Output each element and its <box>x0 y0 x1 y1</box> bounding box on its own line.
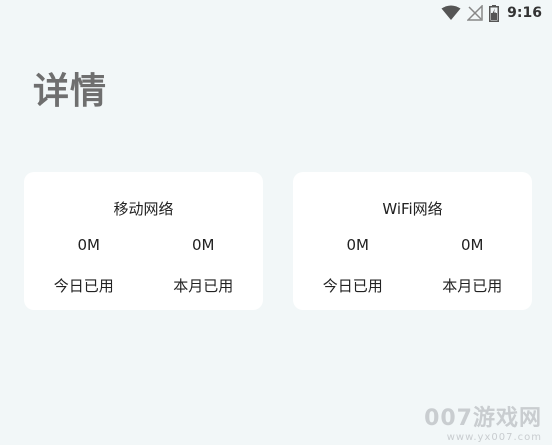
mobile-month-label: 本月已用 <box>173 277 234 295</box>
no-signal-icon <box>467 5 483 21</box>
mobile-month-value: 0M <box>192 236 215 254</box>
status-icons: 9:16 <box>441 3 542 23</box>
wifi-network-card: WiFi网络 0M 0M 今日已用 本月已用 <box>293 172 532 310</box>
wifi-usage-labels: 今日已用 本月已用 <box>293 275 532 296</box>
watermark: 007游戏网 www.yx007.com <box>424 400 542 443</box>
mobile-network-title: 移动网络 <box>113 200 174 218</box>
status-bar: 9:16 <box>0 0 552 26</box>
wifi-month-value: 0M <box>461 236 484 254</box>
wifi-today-label: 今日已用 <box>322 277 383 295</box>
page-title: 详情 <box>33 71 108 112</box>
status-time: 9:16 <box>507 5 542 21</box>
mobile-network-card: 移动网络 0M 0M 今日已用 本月已用 <box>24 172 263 310</box>
battery-charging-icon <box>489 4 500 22</box>
wifi-network-title: WiFi网络 <box>382 200 443 218</box>
watermark-brand: 007游戏网 <box>424 406 542 431</box>
wifi-icon <box>441 5 461 21</box>
mobile-usage-values: 0M 0M <box>24 236 263 254</box>
watermark-url: www.yx007.com <box>446 432 542 443</box>
wifi-month-label: 本月已用 <box>442 277 503 295</box>
wifi-usage-values: 0M 0M <box>293 236 532 254</box>
mobile-today-label: 今日已用 <box>53 277 114 295</box>
mobile-usage-labels: 今日已用 本月已用 <box>24 275 263 296</box>
mobile-today-value: 0M <box>77 236 101 254</box>
wifi-today-value: 0M <box>346 236 370 254</box>
